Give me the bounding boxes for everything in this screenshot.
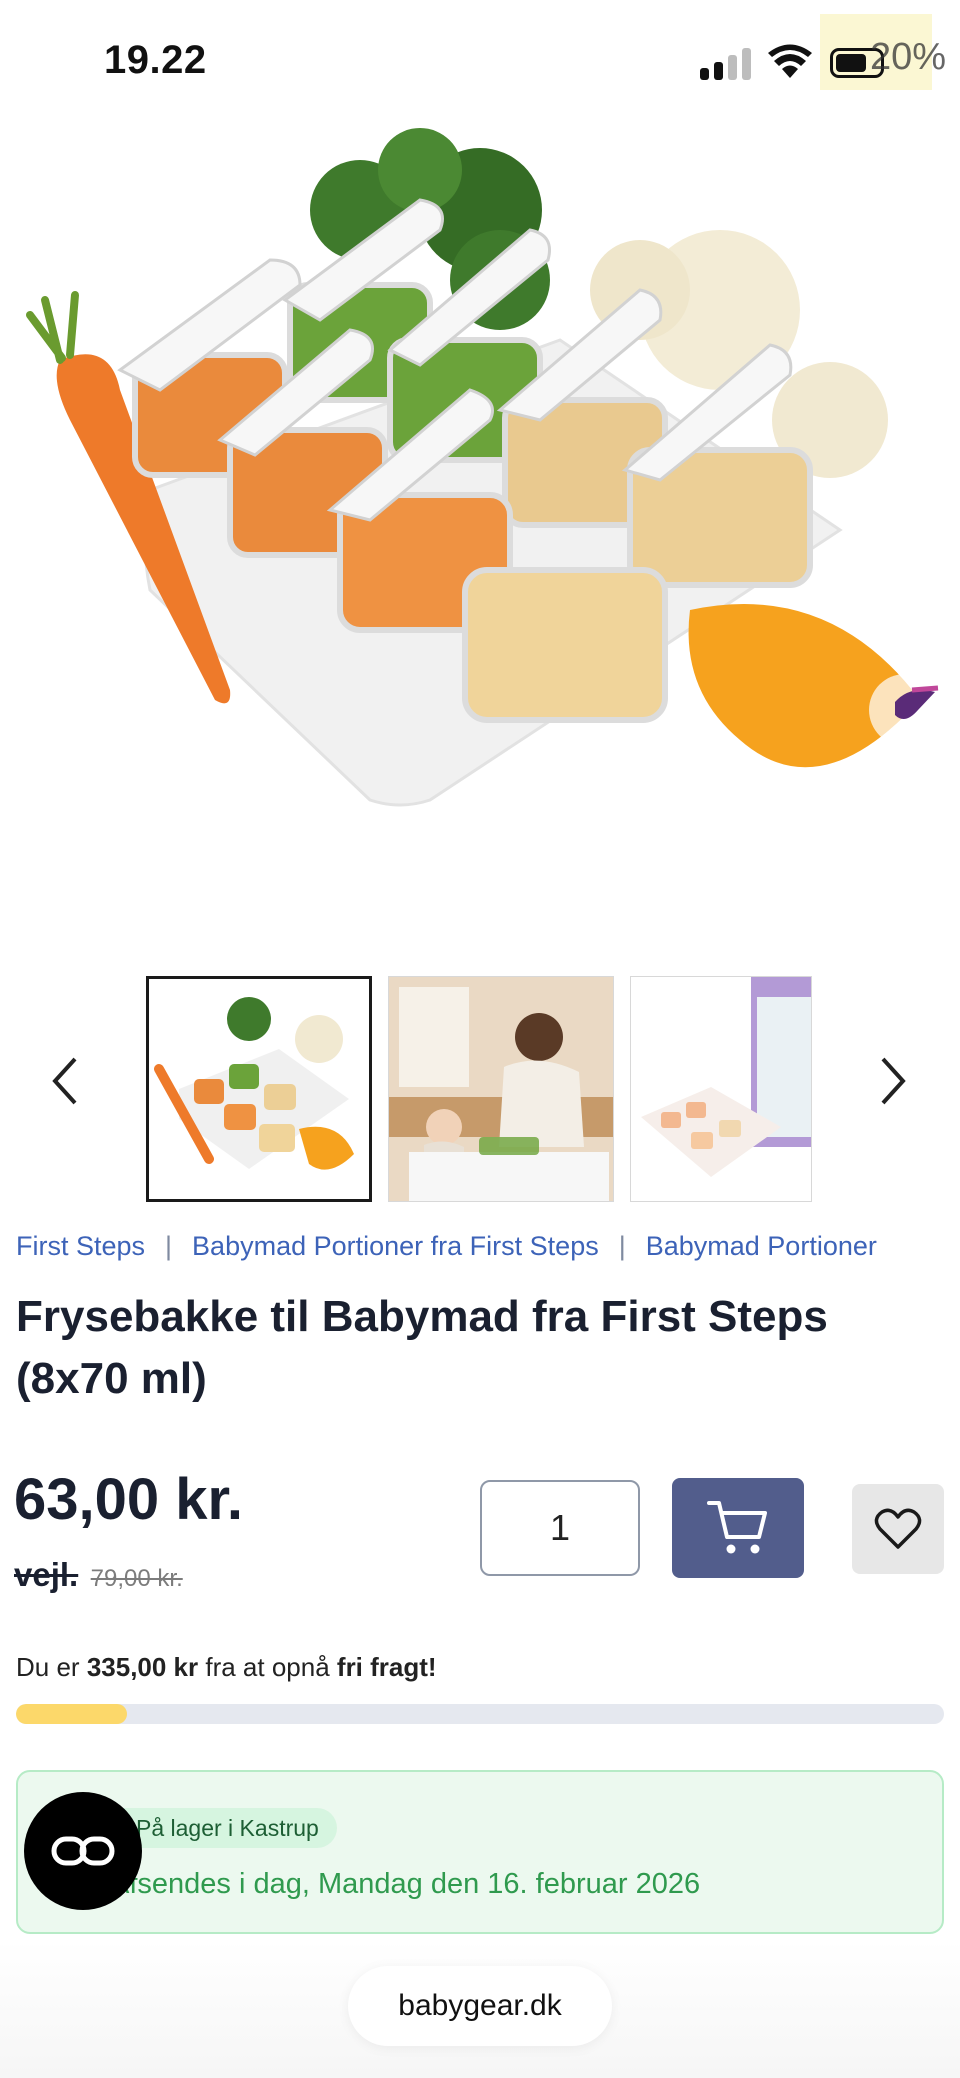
product-title: Frysebakke til Babymad fra First Steps (… xyxy=(16,1292,828,1403)
breadcrumb-item-babymad-portioner-first-steps[interactable]: Babymad Portioner fra First Steps xyxy=(192,1231,599,1262)
product-price: 63,00 kr. xyxy=(14,1467,243,1532)
cellular-signal-icon xyxy=(700,48,752,80)
product-tray-image xyxy=(154,997,354,1170)
chevron-left-icon xyxy=(52,1057,77,1105)
breadcrumb-separator: | xyxy=(165,1230,173,1261)
shipping-goal: fri fragt! xyxy=(336,1652,437,1682)
gallery-prev-button[interactable] xyxy=(30,1046,100,1116)
chat-icon xyxy=(51,1836,115,1866)
free-shipping-message: Du er 335,00 kr fra at opnå fri fragt! xyxy=(16,1652,437,1683)
status-time: 19.22 xyxy=(104,38,207,82)
thumbnail-2[interactable] xyxy=(388,976,614,1202)
thumbnail-3[interactable] xyxy=(630,976,812,1202)
gallery-next-button[interactable] xyxy=(858,1046,928,1116)
product-main-image[interactable] xyxy=(0,110,960,950)
recommended-price: vejl. 79,00 kr. xyxy=(14,1556,183,1594)
packaging-image xyxy=(631,977,811,1201)
delivery-info-box: På lager i Kastrup Afsendes i dag, Manda… xyxy=(16,1770,944,1934)
kitchen-scene-image xyxy=(389,977,613,1201)
battery-indicator: 20% xyxy=(820,14,946,90)
recommended-price-value: 79,00 kr. xyxy=(90,1565,183,1592)
thumbnail-1[interactable] xyxy=(146,976,372,1202)
breadcrumb-separator: | xyxy=(618,1230,626,1261)
shipping-remaining-amount: 335,00 kr xyxy=(86,1652,199,1682)
wifi-icon xyxy=(768,44,812,80)
battery-percent: 20% xyxy=(870,36,947,78)
chevron-right-icon xyxy=(881,1057,906,1105)
free-shipping-progress-fill xyxy=(16,1704,128,1724)
shipping-middle-text: fra at opnå xyxy=(198,1652,337,1682)
breadcrumb-item-babymad-portioner[interactable]: Babymad Portioner xyxy=(646,1231,877,1262)
free-shipping-progress xyxy=(16,1704,944,1724)
thumbnail-gallery xyxy=(0,976,960,1202)
cart-icon xyxy=(707,1501,767,1554)
chat-button[interactable] xyxy=(24,1792,142,1910)
breadcrumb: First Steps | Babymad Portioner fra Firs… xyxy=(16,1226,877,1266)
recommended-price-label: vejl. xyxy=(14,1556,79,1593)
shipping-prefix: Du er xyxy=(16,1652,87,1682)
quantity-input[interactable]: 1 xyxy=(480,1480,640,1576)
browser-url-bar[interactable]: babygear.dk xyxy=(348,1966,612,2046)
status-bar: 19.22 20% xyxy=(0,0,960,120)
breadcrumb-item-first-steps[interactable]: First Steps xyxy=(16,1231,145,1262)
add-to-cart-button[interactable] xyxy=(672,1478,804,1578)
wishlist-button[interactable] xyxy=(852,1484,944,1574)
ships-today-text: Afsendes i dag, Mandag den 16. februar 2… xyxy=(110,1868,701,1900)
heart-icon xyxy=(874,1508,922,1549)
